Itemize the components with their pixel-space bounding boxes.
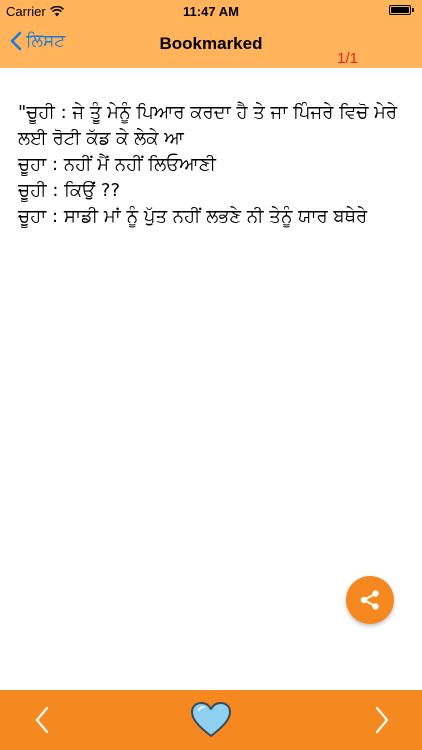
battery-icon <box>389 5 414 15</box>
status-bar: Carrier 11:47 AM <box>0 0 422 22</box>
chevron-right-icon <box>375 706 389 734</box>
share-button[interactable] <box>346 576 394 624</box>
battery-body <box>389 5 411 15</box>
content-line: ਚੂਹੀ : ਕਿਉਂ ?? <box>18 180 121 201</box>
heart-icon <box>191 702 231 737</box>
bottom-toolbar <box>0 690 422 750</box>
favorite-button[interactable] <box>186 690 236 750</box>
battery-tip <box>412 8 414 12</box>
nav-bar: ਲਿਸਟ Bookmarked <box>0 22 422 68</box>
chevron-left-icon <box>35 706 49 734</box>
content-line: ਚੂਹਾ : ਨਹੀਂ ਮੈਂ ਨਹੀਂ ਲਿਓਆਣੀ <box>18 154 216 175</box>
content-line: "ਚੂਹੀ : ਜੇ ਤੂੰ ਮੇਨੂੰ ਪਿਆਰ ਕਰਦਾ ਹੈ ਤੇ ਜਾ … <box>18 102 403 149</box>
screen: Carrier 11:47 AM ਲਿਸਟ Bookmarked 1/1 "ਚੂ… <box>0 0 422 750</box>
next-button[interactable] <box>362 690 402 750</box>
joke-text: "ਚੂਹੀ : ਜੇ ਤੂੰ ਮੇਨੂੰ ਪਿਆਰ ਕਰਦਾ ਹੈ ਤੇ ਜਾ … <box>18 100 408 230</box>
status-time: 11:47 AM <box>183 4 239 19</box>
content-line: ਚੂਹਾ : ਸਾਡੀ ਮਾਂ ਨੂੰ ਪੁੱਤ ਨਹੀਂ ਲਭਣੇ ਨੀ ਤੇ… <box>18 206 368 227</box>
page-counter: 1/1 <box>337 50 358 67</box>
page-title: Bookmarked <box>159 34 263 53</box>
header: Carrier 11:47 AM ਲਿਸਟ Bookmarked <box>0 0 422 68</box>
previous-button[interactable] <box>22 690 62 750</box>
battery-level <box>391 7 409 13</box>
share-icon <box>360 590 379 610</box>
